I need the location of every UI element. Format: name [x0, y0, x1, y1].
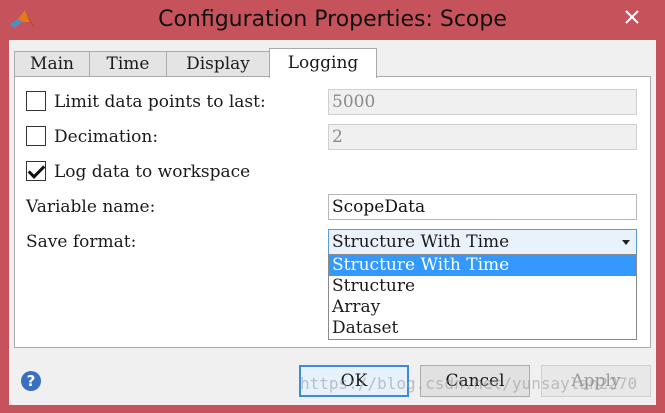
decimation-label: Decimation:	[54, 127, 159, 147]
limit-points-checkbox[interactable]	[26, 91, 46, 111]
chevron-down-icon[interactable]	[622, 240, 630, 245]
dialog-client-area: Main Time Display Logging Limit data poi…	[9, 40, 656, 405]
dropdown-option-dataset[interactable]: Dataset	[329, 318, 636, 339]
dropdown-option-structure[interactable]: Structure	[329, 276, 636, 297]
decimation-field[interactable]: 2	[328, 124, 637, 150]
variable-name-label: Variable name:	[26, 197, 156, 217]
dropdown-option-structure-with-time[interactable]: Structure With Time	[329, 255, 636, 276]
logging-panel: Limit data points to last: 5000 Decimati…	[14, 76, 651, 348]
window-title: Configuration Properties: Scope	[158, 7, 507, 32]
variable-name-field[interactable]: ScopeData	[328, 194, 637, 220]
save-format-select[interactable]: Structure With Time	[328, 229, 637, 255]
log-to-workspace-checkbox[interactable]	[26, 161, 46, 181]
close-icon[interactable]	[611, 2, 653, 32]
save-format-dropdown: Structure With Time Structure Array Data…	[328, 254, 637, 340]
tab-time[interactable]: Time	[89, 51, 167, 77]
limit-points-label: Limit data points to last:	[54, 92, 266, 112]
help-icon[interactable]: ?	[21, 371, 41, 391]
title-bar[interactable]: Configuration Properties: Scope	[0, 0, 665, 40]
tab-logging[interactable]: Logging	[269, 48, 377, 78]
dialog-window: Configuration Properties: Scope Main Tim…	[0, 0, 665, 413]
save-format-selected-value: Structure With Time	[332, 232, 510, 252]
decimation-checkbox[interactable]	[26, 126, 46, 146]
tab-main[interactable]: Main	[14, 51, 90, 77]
log-to-workspace-label: Log data to workspace	[54, 162, 251, 182]
watermark-text: https://blog.csdn.net/yunsaylan2270	[300, 374, 638, 393]
dropdown-option-array[interactable]: Array	[329, 297, 636, 318]
tab-display[interactable]: Display	[166, 51, 270, 77]
limit-points-field[interactable]: 5000	[328, 89, 637, 115]
save-format-label: Save format:	[26, 232, 137, 252]
